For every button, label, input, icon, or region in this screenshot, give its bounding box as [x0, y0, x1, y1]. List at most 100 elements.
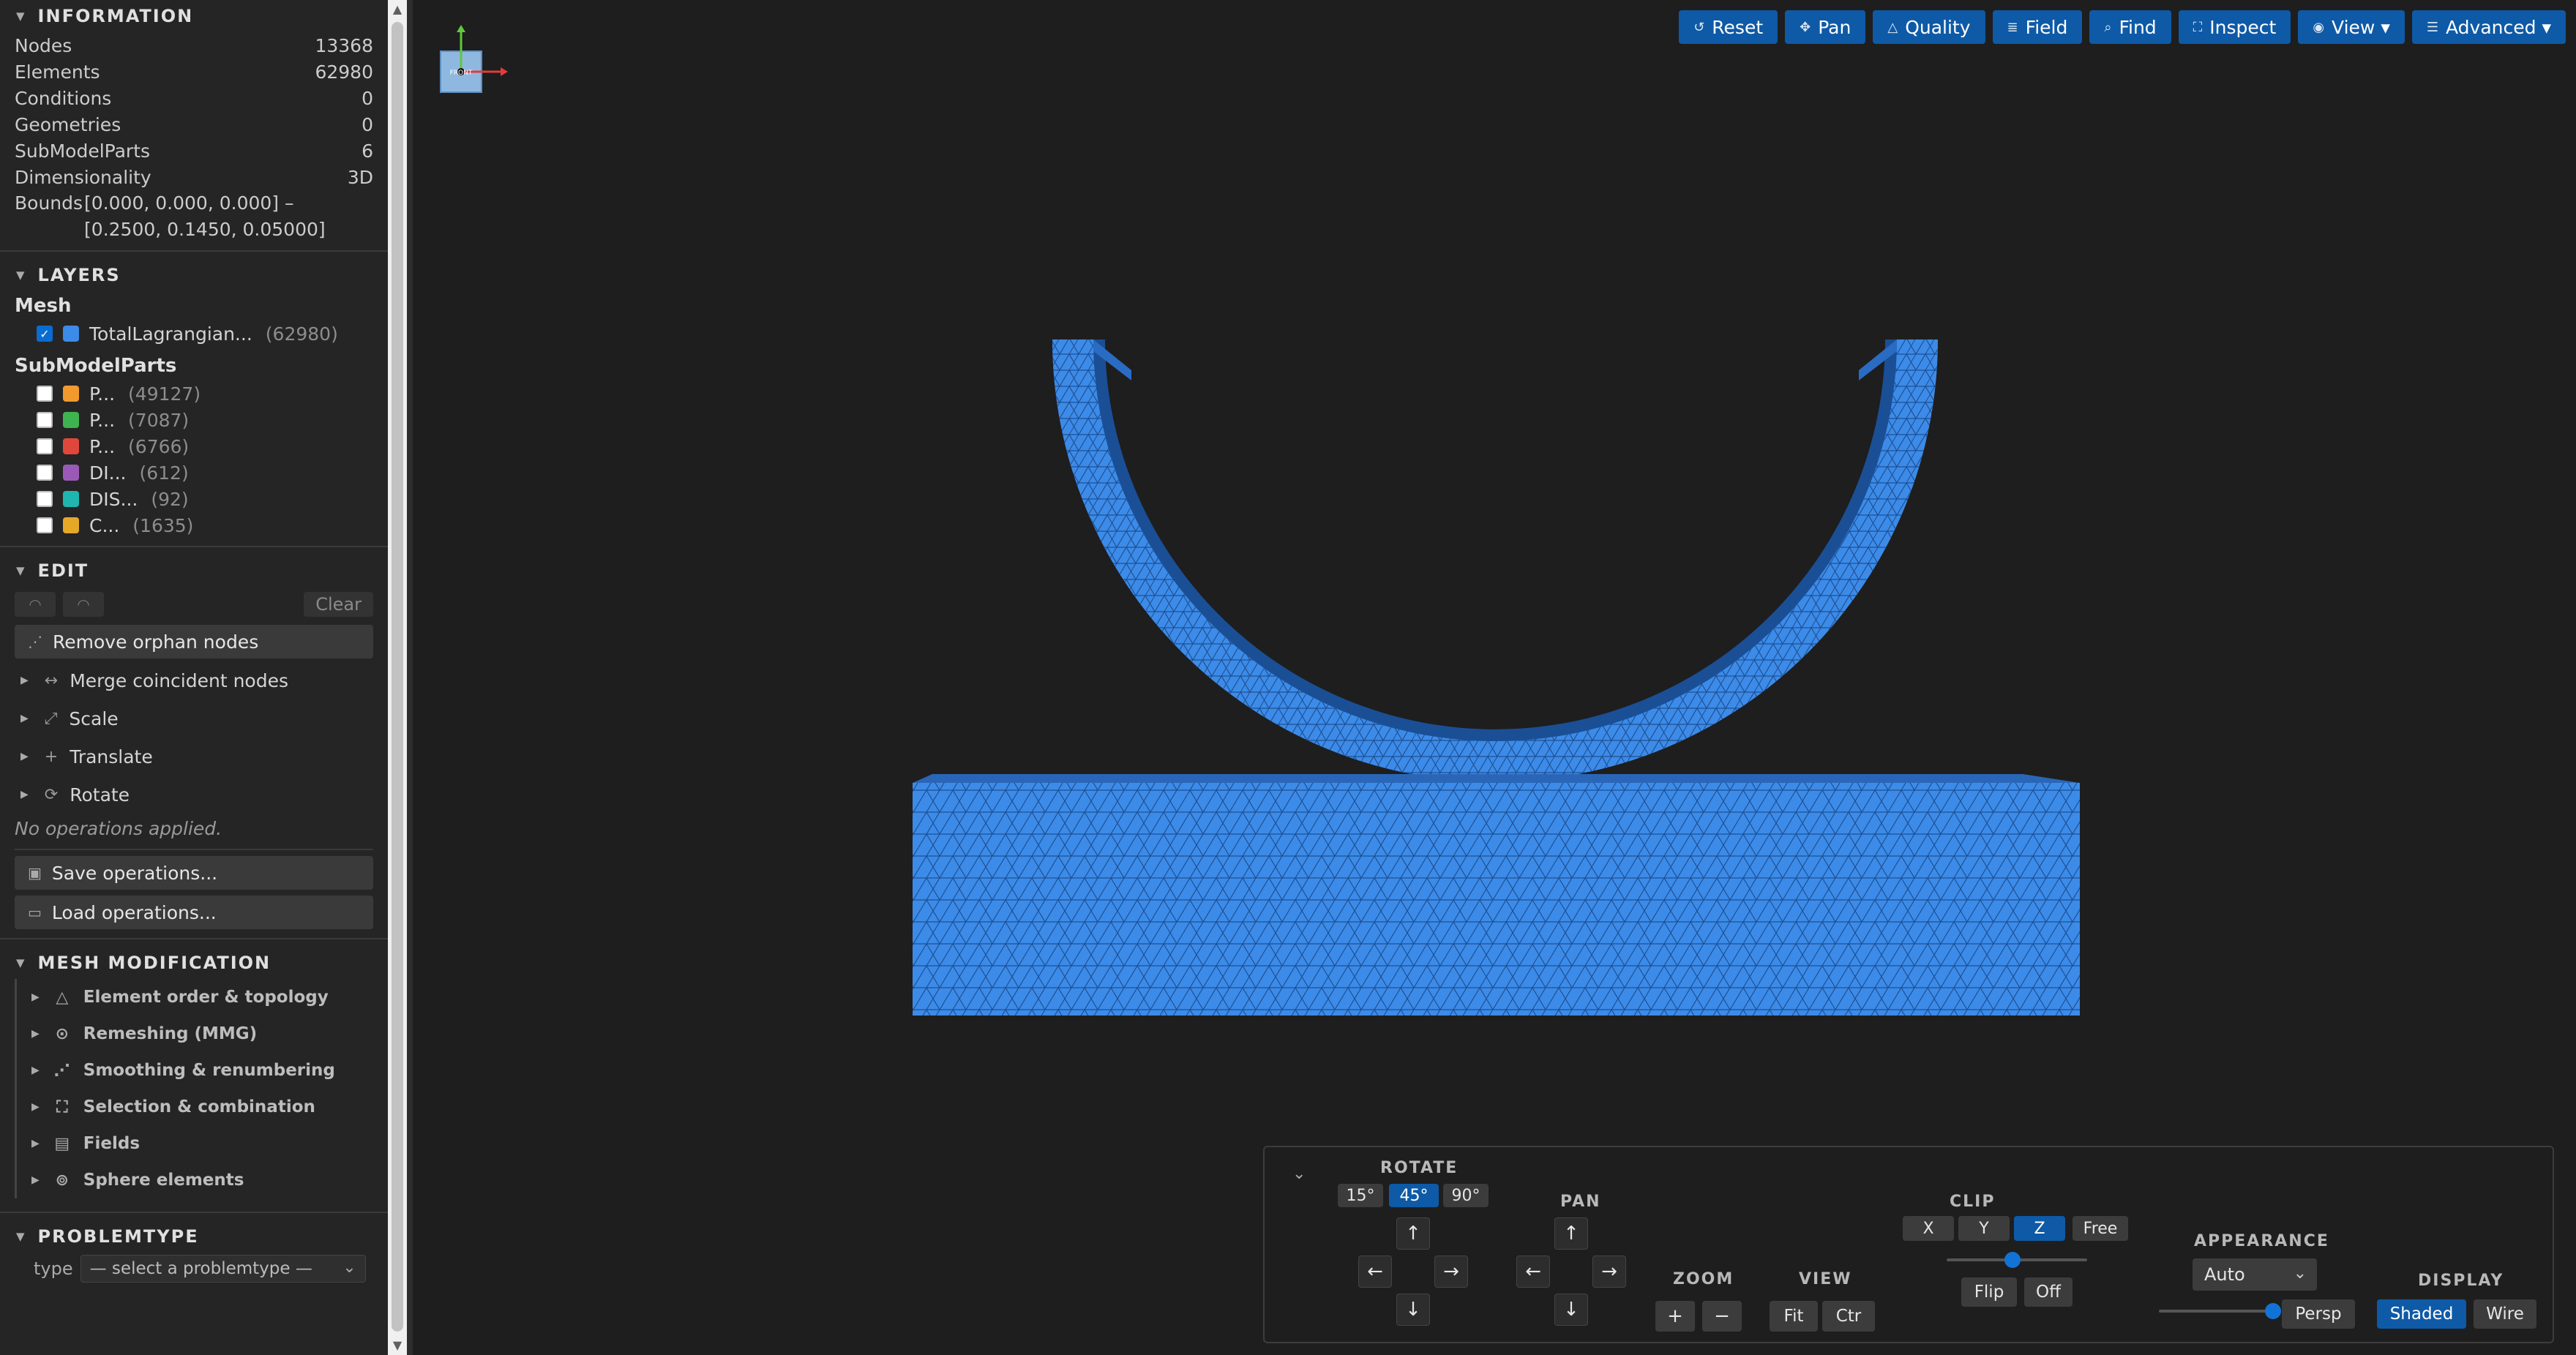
rotate-left-button[interactable]: ← [1358, 1255, 1392, 1288]
layer-color-swatch[interactable] [63, 386, 79, 402]
rotate-step-button[interactable]: 45° [1389, 1184, 1439, 1207]
layer-item[interactable]: P... (7087) [0, 407, 388, 433]
zoom-out-button[interactable]: − [1702, 1301, 1742, 1332]
layer-item[interactable]: DIS... (92) [0, 486, 388, 512]
edit-op-merge-coincident-nodes[interactable]: ▶ ↔ Merge coincident nodes [0, 661, 388, 699]
layer-visibility-checkbox[interactable] [37, 412, 53, 428]
rotate-right-button[interactable]: → [1434, 1255, 1468, 1288]
layer-color-swatch[interactable] [63, 412, 79, 428]
edit-op-translate[interactable]: ▶ + Translate [0, 737, 388, 776]
fit-button[interactable]: Fit [1770, 1301, 1818, 1332]
rotate-down-button[interactable]: ↓ [1396, 1294, 1430, 1326]
edit-header[interactable]: ▼ EDIT [0, 555, 388, 587]
layer-color-swatch[interactable] [63, 517, 79, 533]
mesh-modification-header[interactable]: ▼ MESH MODIFICATION [0, 947, 388, 979]
find-button[interactable]: ⌕ Find [2089, 10, 2171, 44]
mesh-mod-item[interactable]: ▶ ⛶ Selection & combination [15, 1089, 388, 1125]
pan-right-button[interactable]: → [1592, 1255, 1626, 1288]
perspective-button[interactable]: Persp [2282, 1299, 2355, 1329]
load-operations-button[interactable]: ▭ Load operations... [15, 896, 373, 929]
layer-item[interactable]: P... (49127) [0, 380, 388, 407]
clip-axis-button[interactable]: X [1903, 1216, 1954, 1241]
wire-button[interactable]: Wire [2474, 1299, 2536, 1329]
mesh-mod-item[interactable]: ▶ ▤ Fields [15, 1125, 388, 1162]
clip-axis-button[interactable]: Y [1958, 1216, 2010, 1241]
layer-visibility-checkbox[interactable] [37, 465, 53, 481]
remove-orphan-nodes-button[interactable]: ⋰ Remove orphan nodes [15, 625, 373, 658]
pan-title: PAN [1560, 1193, 1601, 1211]
layer-item[interactable]: DI... (612) [0, 459, 388, 486]
inspect-button[interactable]: ⛶ Inspect [2178, 10, 2291, 44]
layer-item[interactable]: C... (1635) [0, 512, 388, 538]
layer-color-swatch[interactable] [63, 491, 79, 507]
layer-color-swatch[interactable] [63, 438, 79, 454]
layer-visibility-checkbox[interactable] [37, 491, 53, 507]
edit-op-rotate[interactable]: ▶ ⟳ Rotate [0, 776, 388, 814]
problemtype-header[interactable]: ▼ PROBLEMTYPE [0, 1220, 388, 1253]
layer-item[interactable]: P... (6766) [0, 433, 388, 459]
3d-viewport[interactable]: FRONT ↺ Reset ✥ Pan △ Quality ≣ Field ⌕ Find … [413, 0, 2576, 1355]
undo-button[interactable]: ◠ [15, 592, 56, 617]
orphan-nodes-icon: ⋰ [28, 633, 42, 650]
layer-visibility-checkbox[interactable] [37, 438, 53, 454]
clear-button[interactable]: Clear [304, 592, 373, 617]
scrollbar-thumb[interactable] [392, 22, 403, 1332]
pan-down-button[interactable]: ↓ [1554, 1294, 1588, 1326]
layer-visibility-checkbox[interactable] [37, 386, 53, 402]
layer-visibility-checkbox[interactable] [37, 517, 53, 533]
rotate-step-button[interactable]: 90° [1443, 1184, 1489, 1207]
app-window: ▼ INFORMATION Nodes 13368 Elements 62980 Con… [0, 0, 2576, 1355]
shaded-button[interactable]: Shaded [2377, 1299, 2466, 1329]
clip-off-button[interactable]: Off [2024, 1277, 2073, 1307]
clip-slider-thumb[interactable] [2004, 1252, 2021, 1268]
problemtype-select[interactable]: — select a problemtype — ⌄ [80, 1255, 366, 1283]
resize-gutter[interactable] [407, 0, 413, 1355]
clip-flip-button[interactable]: Flip [1961, 1277, 2017, 1307]
rotate-step-button[interactable]: 15° [1338, 1184, 1383, 1207]
appearance-select[interactable]: Auto ⌄ [2193, 1258, 2317, 1291]
info-label: Conditions [15, 87, 112, 109]
perspective-slider-thumb[interactable] [2265, 1303, 2281, 1319]
clip-axis-button[interactable]: Z [2014, 1216, 2065, 1241]
sidebar-scrollbar[interactable]: ▲ ▼ [388, 0, 407, 1355]
ring-front-face [1052, 339, 1938, 782]
information-header[interactable]: ▼ INFORMATION [0, 0, 388, 32]
mesh-mod-item[interactable]: ▶ ⊙ Remeshing (MMG) [15, 1016, 388, 1052]
view-menu-button[interactable]: ◉ View ▾ [2298, 10, 2405, 44]
mesh-mod-item[interactable]: ▶ ⋰ Smoothing & renumbering [15, 1052, 388, 1089]
chevron-right-icon: ▶ [20, 713, 29, 724]
scroll-up-icon[interactable]: ▲ [388, 0, 407, 19]
divider [15, 849, 373, 850]
save-operations-button[interactable]: ▣ Save operations... [15, 856, 373, 890]
scroll-down-icon[interactable]: ▼ [388, 1336, 407, 1355]
advanced-menu-button[interactable]: ☰ Advanced ▾ [2411, 10, 2566, 44]
layer-visibility-checkbox[interactable]: ✓ [37, 326, 53, 342]
mesh-mod-item[interactable]: ▶ △ Element order & topology [15, 979, 388, 1016]
zoom-in-button[interactable]: + [1655, 1301, 1695, 1332]
axes-gizmo[interactable]: FRONT [435, 22, 523, 102]
layers-header[interactable]: ▼ LAYERS [0, 259, 388, 291]
collapse-chevron-icon[interactable]: ⌄ [1292, 1165, 1306, 1183]
info-row: Geometries 0 [0, 111, 388, 138]
layer-item[interactable]: ✓ TotalLagrangian... (62980) [0, 320, 388, 347]
perspective-slider-track[interactable] [2159, 1310, 2273, 1313]
base-block-part[interactable] [913, 774, 2080, 1016]
curved-ring-part[interactable] [1052, 339, 1938, 782]
layer-color-swatch[interactable] [63, 465, 79, 481]
field-button[interactable]: ≣ Field [1992, 10, 2083, 44]
submodelpart-layer-list: P... (49127) P... (7087) P... (6766) DI... (612… [0, 380, 388, 538]
pan-button[interactable]: ✥ Pan [1785, 10, 1866, 44]
quality-button[interactable]: △ Quality [1873, 10, 1985, 44]
mesh-mod-item[interactable]: ▶ ⊚ Sphere elements [15, 1162, 388, 1198]
rotate-up-button[interactable]: ↑ [1396, 1217, 1430, 1250]
redo-button[interactable]: ◠ [63, 592, 104, 617]
field-icon: ≣ [2007, 19, 2018, 35]
divider [0, 546, 388, 547]
edit-op-scale[interactable]: ▶ ⤢ Scale [0, 699, 388, 737]
pan-up-button[interactable]: ↑ [1554, 1217, 1588, 1250]
reset-button[interactable]: ↺ Reset [1679, 10, 1778, 44]
layer-color-swatch[interactable] [63, 326, 79, 342]
center-button[interactable]: Ctr [1822, 1301, 1875, 1332]
clip-axis-button[interactable]: Free [2073, 1216, 2128, 1241]
pan-left-button[interactable]: ← [1516, 1255, 1550, 1288]
